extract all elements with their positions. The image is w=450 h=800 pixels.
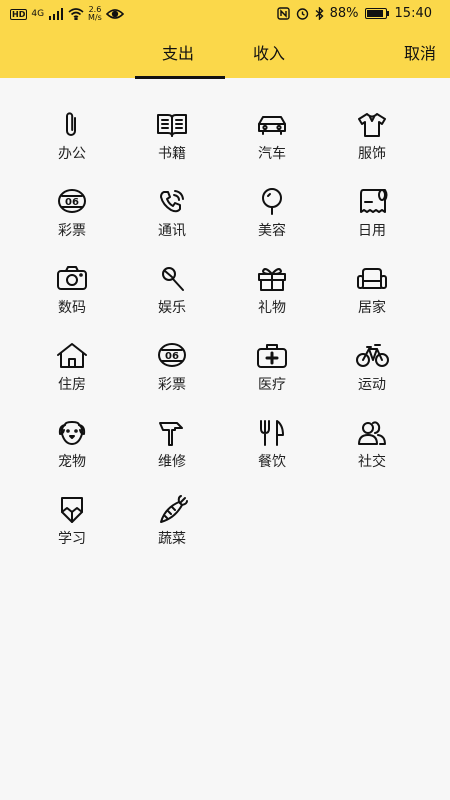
category-label: 数码	[58, 300, 86, 316]
fork-knife-icon	[254, 416, 290, 448]
status-bar: HD 4G 2.6 M/s 88% 15:40	[0, 0, 450, 30]
battery-icon	[364, 8, 389, 19]
category-label: 餐饮	[258, 454, 286, 470]
category-label: 书籍	[158, 146, 186, 162]
mirror-icon	[254, 185, 290, 217]
book-icon	[154, 108, 190, 140]
lottery-number: 06	[165, 351, 179, 362]
category-label: 汽车	[258, 146, 286, 162]
category-item[interactable]: 办公	[22, 108, 122, 164]
nfc-icon	[276, 7, 290, 20]
category-item[interactable]: 住房	[22, 339, 122, 395]
microphone-icon	[154, 262, 190, 294]
category-label: 彩票	[58, 223, 86, 239]
hd-icon: HD	[10, 8, 28, 20]
tissue-roll-icon	[354, 185, 390, 217]
speed-unit: M/s	[88, 13, 102, 22]
category-item[interactable]: 书籍	[122, 108, 222, 164]
category-item[interactable]: 日用	[322, 185, 422, 241]
category-label: 通讯	[158, 223, 186, 239]
lottery-ball-icon: 06	[54, 185, 90, 217]
network-speed: 2.6 M/s	[88, 6, 102, 22]
category-item[interactable]: 居家	[322, 262, 422, 318]
dog-icon	[54, 416, 90, 448]
category-item[interactable]: 维修	[122, 416, 222, 472]
carrot-icon	[154, 493, 190, 525]
tab-expense[interactable]: 支出	[162, 40, 194, 64]
category-item[interactable]: 通讯	[122, 185, 222, 241]
eye-icon	[105, 9, 124, 19]
category-item[interactable]: 学习	[22, 493, 122, 549]
category-label: 办公	[58, 146, 86, 162]
category-grid: 办公 书籍 汽车 服饰 06 彩票 通讯 美容 日用 数码 娱乐 礼物 居家 住房 06 彩票 医疗 运动 宠物 维修…	[22, 108, 422, 549]
sofa-icon	[354, 262, 390, 294]
category-item[interactable]: 医疗	[222, 339, 322, 395]
category-label: 美容	[258, 223, 286, 239]
category-label: 服饰	[358, 146, 386, 162]
category-item[interactable]: 社交	[322, 416, 422, 472]
network-type: 4G	[31, 8, 45, 19]
category-label: 住房	[58, 377, 86, 393]
category-item[interactable]: 礼物	[222, 262, 322, 318]
paperclip-icon	[54, 108, 90, 140]
signal-icon	[49, 8, 64, 20]
category-label: 娱乐	[158, 300, 186, 316]
category-item[interactable]: 06 彩票	[22, 185, 122, 241]
house-icon	[54, 339, 90, 371]
people-icon	[354, 416, 390, 448]
category-label: 维修	[158, 454, 186, 470]
category-item[interactable]: 汽车	[222, 108, 322, 164]
category-label: 学习	[58, 531, 86, 547]
battery-percent: 88%	[329, 6, 359, 21]
alarm-icon	[296, 8, 308, 20]
bicycle-icon	[354, 339, 390, 371]
category-label: 居家	[358, 300, 386, 316]
hammer-icon	[154, 416, 190, 448]
category-item[interactable]: 06 彩票	[122, 339, 222, 395]
category-label: 彩票	[158, 377, 186, 393]
category-item[interactable]: 服饰	[322, 108, 422, 164]
category-label: 医疗	[258, 377, 286, 393]
car-icon	[254, 108, 290, 140]
phone-icon	[154, 185, 190, 217]
category-label: 社交	[358, 454, 386, 470]
clock: 15:40	[394, 6, 432, 21]
camera-icon	[54, 262, 90, 294]
top-bar: HD 4G 2.6 M/s 88% 15:40 支出 收入 取消	[0, 0, 450, 79]
tab-income[interactable]: 收入	[253, 40, 285, 64]
active-tab-indicator	[135, 76, 225, 79]
medical-kit-icon	[254, 339, 290, 371]
lottery-ball-icon: 06	[154, 339, 190, 371]
bluetooth-icon	[315, 7, 324, 20]
category-label: 宠物	[58, 454, 86, 470]
category-item[interactable]: 运动	[322, 339, 422, 395]
shirt-icon	[354, 108, 390, 140]
gift-icon	[254, 262, 290, 294]
lottery-number: 06	[65, 197, 79, 208]
category-item[interactable]: 数码	[22, 262, 122, 318]
category-label: 运动	[358, 377, 386, 393]
category-label: 蔬菜	[158, 531, 186, 547]
category-item[interactable]: 蔬菜	[122, 493, 222, 549]
pencil-icon	[54, 493, 90, 525]
category-label: 日用	[358, 223, 386, 239]
category-item[interactable]: 餐饮	[222, 416, 322, 472]
cancel-button[interactable]: 取消	[404, 40, 436, 64]
category-item[interactable]: 宠物	[22, 416, 122, 472]
category-item[interactable]: 美容	[222, 185, 322, 241]
wifi-icon	[68, 8, 84, 20]
type-tabs: 支出 收入 取消	[0, 30, 450, 79]
category-item[interactable]: 娱乐	[122, 262, 222, 318]
category-label: 礼物	[258, 300, 286, 316]
